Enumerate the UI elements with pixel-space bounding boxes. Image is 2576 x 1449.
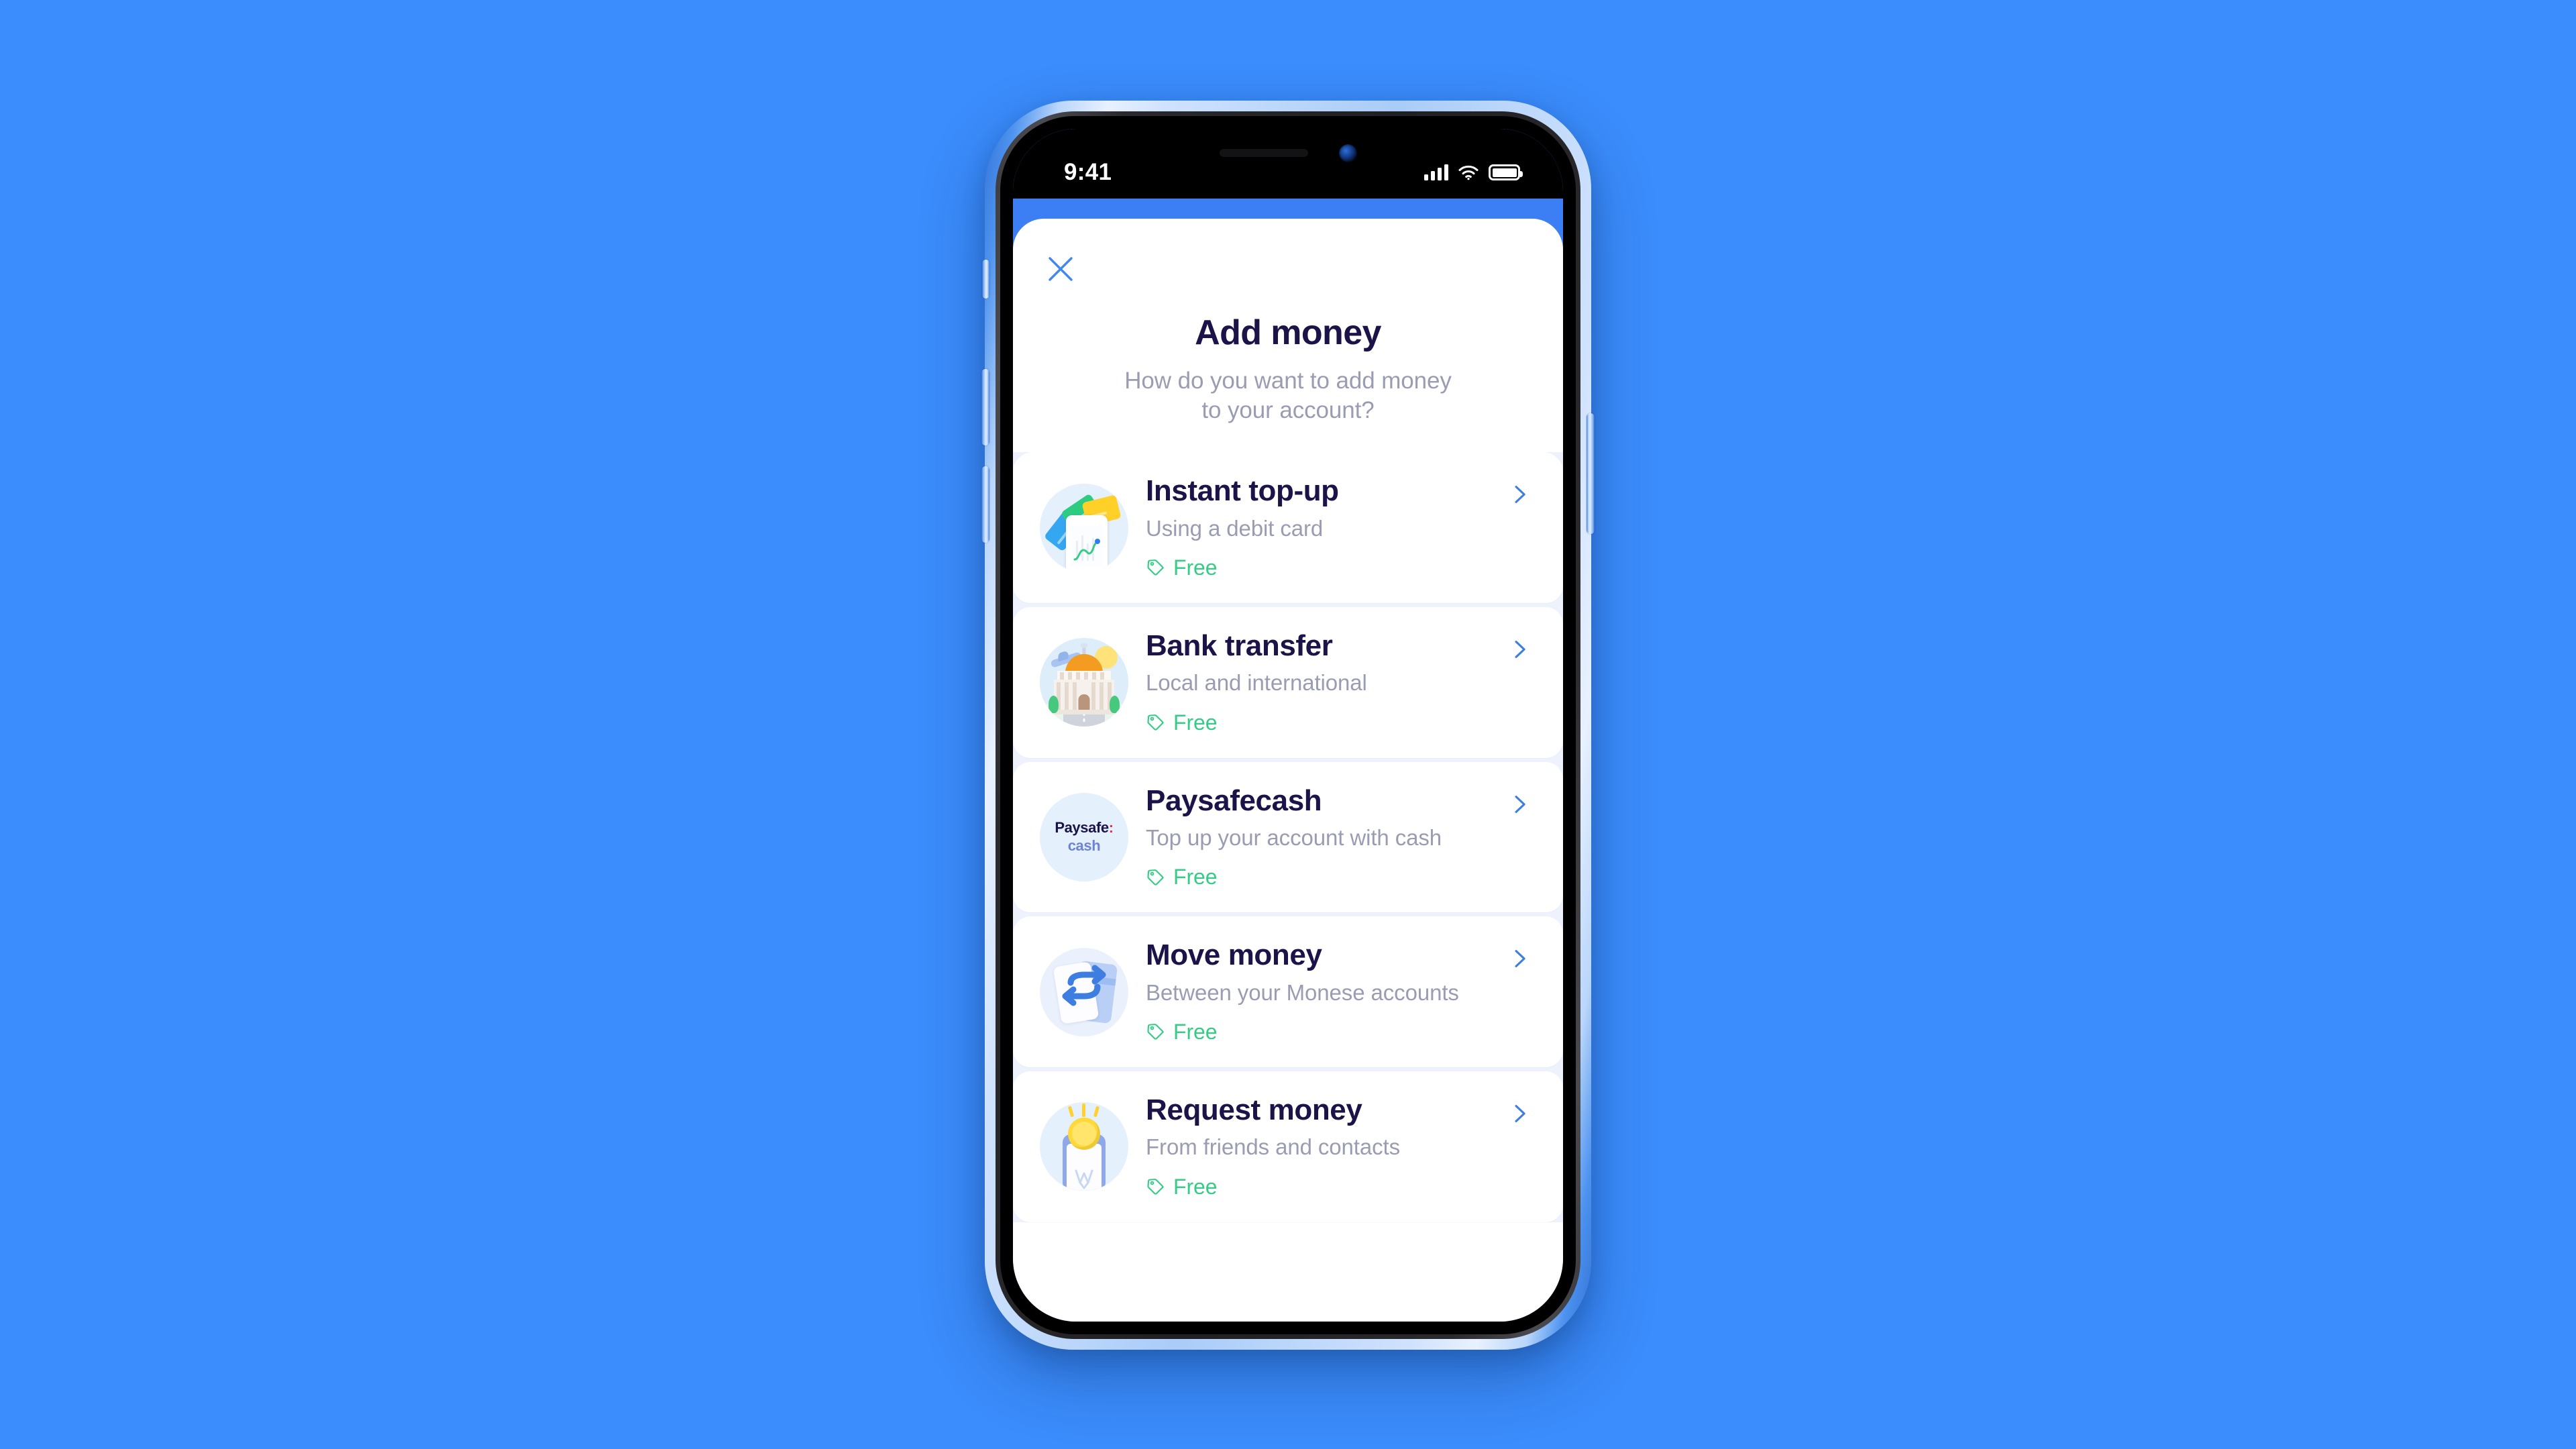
front-camera-icon <box>1338 144 1357 162</box>
chevron-right-icon[interactable] <box>1508 483 1531 506</box>
option-title: Move money <box>1146 938 1322 972</box>
option-title: Bank transfer <box>1146 629 1333 662</box>
power-button[interactable] <box>1587 413 1595 534</box>
volume-up-button[interactable] <box>981 369 989 445</box>
price-tag-icon <box>1147 869 1164 885</box>
price-tag-icon <box>1147 559 1164 576</box>
phone-device: Add money How do you want to add money t… <box>981 101 1595 1350</box>
option-title: Request money <box>1146 1093 1362 1126</box>
option-title: Paysafecash <box>1146 784 1322 817</box>
chevron-right-icon[interactable] <box>1508 638 1531 661</box>
paysafecash-logo-icon: Paysafe: cash <box>1040 792 1128 881</box>
battery-icon <box>1489 164 1523 180</box>
chevron-right-icon[interactable] <box>1508 1102 1531 1125</box>
option-card-paysafecash[interactable]: Paysafe: cash Paysafecash Top up your ac… <box>1013 761 1563 913</box>
option-subtitle: From friends and contacts <box>1146 1134 1400 1160</box>
option-card-request-money[interactable]: Request money From friends and contacts … <box>1013 1071 1563 1222</box>
price-tag-icon <box>1147 714 1164 731</box>
option-text-block: Bank transfer Local and international Fr… <box>1146 629 1534 735</box>
chevron-right-icon[interactable] <box>1508 947 1531 970</box>
option-fee-label: Free <box>1173 710 1218 735</box>
volume-down-button[interactable] <box>981 466 989 543</box>
option-text-block: Paysafecash Top up your account with cas… <box>1146 784 1534 890</box>
option-text-block: Request money From friends and contacts … <box>1146 1093 1534 1199</box>
option-card-instant-top-up[interactable]: Instant top-up Using a debit card Free <box>1013 452 1563 603</box>
option-fee: Free <box>1146 1175 1534 1199</box>
option-fee-label: Free <box>1173 555 1218 580</box>
price-tag-icon <box>1147 1179 1164 1195</box>
silent-switch[interactable] <box>982 260 989 299</box>
close-button[interactable] <box>1042 251 1079 287</box>
option-fee-label: Free <box>1173 1174 1218 1199</box>
option-text-block: Instant top-up Using a debit card Free <box>1146 474 1534 580</box>
option-fee: Free <box>1146 865 1534 890</box>
add-money-option-list: Instant top-up Using a debit card Free B… <box>1013 452 1563 1222</box>
phone-screen: Add money How do you want to add money t… <box>1013 129 1563 1322</box>
coin-into-phone-icon <box>1040 1102 1128 1191</box>
cards-and-phone-icon <box>1040 483 1128 572</box>
phone-bezel: Add money How do you want to add money t… <box>1000 116 1576 1334</box>
option-fee: Free <box>1146 1020 1534 1044</box>
page-subtitle: How do you want to add money to your acc… <box>1013 366 1563 425</box>
earpiece-speaker <box>1219 149 1308 157</box>
page-title: Add money <box>1195 313 1381 352</box>
chevron-right-icon[interactable] <box>1508 793 1531 816</box>
option-fee: Free <box>1146 555 1534 580</box>
price-tag-icon <box>1147 1024 1164 1040</box>
paysafe-logo-top: Paysafe: <box>1055 819 1114 837</box>
phone-notch <box>1154 129 1422 177</box>
option-card-bank-transfer[interactable]: Bank transfer Local and international Fr… <box>1013 606 1563 758</box>
sheet-header: Add money How do you want to add money t… <box>1013 219 1563 425</box>
option-subtitle: Using a debit card <box>1146 515 1324 541</box>
page-subtitle-line-1: How do you want to add money <box>1124 368 1452 394</box>
option-fee-label: Free <box>1173 865 1218 890</box>
paysafe-logo-bottom: cash <box>1067 837 1101 855</box>
exchange-cards-icon <box>1040 947 1128 1036</box>
option-title: Instant top-up <box>1146 474 1339 508</box>
option-subtitle: Between your Monese accounts <box>1146 979 1459 1005</box>
cellular-signal-icon <box>1424 164 1448 180</box>
option-text-block: Move money Between your Monese accounts … <box>1146 938 1534 1044</box>
add-money-sheet: Add money How do you want to add money t… <box>1013 219 1563 1322</box>
status-bar-clock: 9:41 <box>1064 159 1112 185</box>
option-subtitle: Local and international <box>1146 670 1367 696</box>
close-icon <box>1049 257 1073 281</box>
wifi-icon <box>1458 165 1479 180</box>
bank-building-icon <box>1040 638 1128 727</box>
page-subtitle-line-2: to your account? <box>1201 397 1375 424</box>
status-bar-icons <box>1424 164 1523 180</box>
option-fee-label: Free <box>1173 1019 1218 1044</box>
option-fee: Free <box>1146 710 1534 735</box>
option-subtitle: Top up your account with cash <box>1146 824 1442 850</box>
option-card-move-money[interactable]: Move money Between your Monese accounts … <box>1013 916 1563 1067</box>
